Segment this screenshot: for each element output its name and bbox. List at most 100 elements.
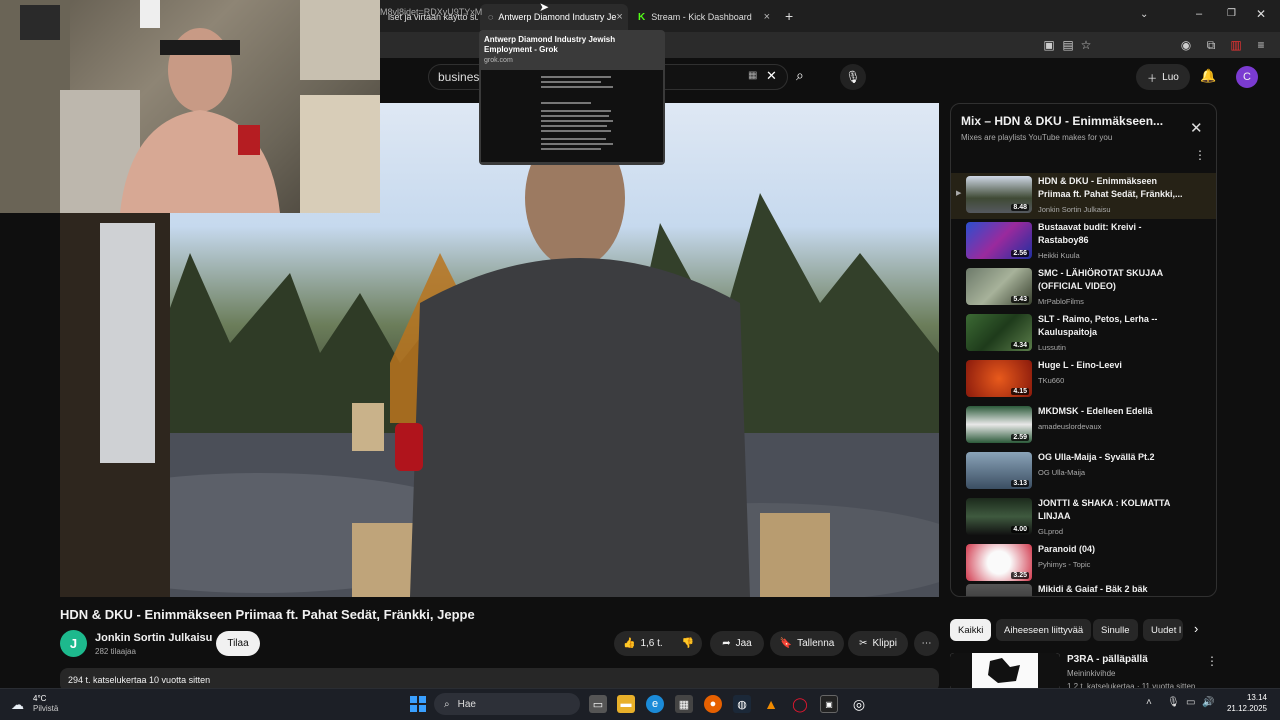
account-avatar[interactable]: C [1236, 66, 1258, 88]
video-title: HDN & DKU - Enimmäkseen Priimaa ft. Paha… [60, 607, 475, 622]
playlist-item[interactable]: 2.59 MKDMSK - Edelleen Edellä amadeuslor… [951, 403, 1216, 449]
playlist-item[interactable]: ▶ 8.48 HDN & DKU - Enimmäkseen Priimaa f… [951, 173, 1216, 219]
recommendation-title[interactable]: P3RA - pälläpällä [1067, 654, 1148, 665]
network-icon[interactable]: ▭ [1186, 697, 1195, 708]
person-jacket [410, 258, 750, 597]
edge-browser-icon[interactable]: e [646, 695, 664, 713]
file-explorer-icon[interactable]: ▬ [617, 695, 635, 713]
chip-all[interactable]: Kaikki [950, 619, 992, 641]
playlist-item-channel: Jonkin Sortin Julkaisu [1038, 205, 1111, 214]
playlist-item[interactable]: 4.15 Huge L - Eino-Leevi TKu660 [951, 357, 1216, 403]
playlist-item[interactable]: 5.43 SMC - LÄHIÖROTAT SKUJAA (OFFICIAL V… [951, 265, 1216, 311]
keyboard-icon[interactable]: ▦ [748, 70, 757, 81]
browser-tab-kick[interactable]: K Stream - Kick Dashboard × [630, 4, 778, 30]
recommendation-thumbnail[interactable] [950, 653, 1060, 690]
playlist-item[interactable]: 4.00 JONTTI & SHAKA : KOLMATTA LINJAA GL… [951, 495, 1216, 541]
steam-icon[interactable]: ◍ [733, 695, 751, 713]
tab-label: Antwerp Diamond Industry Je [498, 12, 617, 22]
webcam-frame [0, 0, 380, 213]
like-dislike-group: 👍 1,6 t. 👎 [614, 631, 702, 656]
playlist-item[interactable]: 3.13 OG Ulla-Maija - Syvällä Pt.2 OG Ull… [951, 449, 1216, 495]
wood-stump [352, 403, 384, 451]
more-horizontal-icon: ⋯ [921, 638, 932, 649]
clock-time[interactable]: 13.14 [1217, 693, 1267, 702]
taskbar-search-icon: ⌕ [444, 698, 450, 710]
terminal-icon[interactable]: ▣ [820, 695, 838, 713]
browser-menu-icon[interactable]: ≡ [1253, 37, 1269, 53]
clear-search-icon[interactable]: ✕ [766, 68, 777, 84]
playlist-item[interactable]: 4.34 SLT - Raimo, Petos, Lerha -- Kaulus… [951, 311, 1216, 357]
playlist-item-channel: GLprod [1038, 527, 1064, 536]
create-button[interactable]: ＋ Luo [1136, 64, 1190, 90]
cloud-weather-icon[interactable]: ☁ [11, 697, 24, 713]
close-window-icon[interactable]: ✕ [1256, 7, 1266, 21]
playlist-item-title: OG Ulla-Maija - Syvällä Pt.2 [1038, 452, 1155, 462]
opera-icon[interactable]: ◯ [791, 695, 809, 713]
obs-icon[interactable]: ◎ [850, 695, 868, 713]
playlist-item-title: HDN & DKU - Enimmäkseen Priimaa ft. Paha… [1038, 176, 1183, 199]
extension-badge-icon[interactable]: ▥ [1228, 37, 1244, 53]
clock-date[interactable]: 21.12.2025 [1217, 704, 1267, 713]
playlist-item-title: JONTTI & SHAKA : KOLMATTA LINJAA [1038, 498, 1170, 521]
webcam-overlay [0, 0, 380, 213]
new-tab-button[interactable]: + [785, 8, 793, 24]
url-text[interactable]: M8vl8idet=RDXyU9TYxM [380, 7, 482, 17]
weather-temperature[interactable]: 4°C [33, 694, 46, 703]
playlist-item-title: Paranoid (04) [1038, 544, 1096, 554]
playlist-item[interactable]: 2.56 Bustaavat budit: Kreivi - Rastaboy8… [951, 219, 1216, 265]
scissors-icon: ✂ [859, 638, 868, 649]
profile-icon[interactable]: ◉ [1178, 37, 1194, 53]
chip-new[interactable]: Uudet l [1143, 619, 1183, 641]
chip-for-you[interactable]: Sinulle [1093, 619, 1138, 641]
close-mix-icon[interactable]: ✕ [1190, 119, 1203, 137]
minimize-window-icon[interactable]: – [1196, 8, 1202, 20]
maximize-window-icon[interactable]: ❐ [1227, 8, 1236, 19]
bookmark-star-icon[interactable]: ☆ [1078, 37, 1094, 53]
taskbar-search[interactable]: ⌕ Hae [434, 693, 580, 715]
task-view-icon[interactable]: ▭ [589, 695, 607, 713]
start-windows-icon[interactable] [409, 695, 427, 713]
share-button[interactable]: ➦ Jaa [710, 631, 764, 656]
duration-badge: 2.59 [1011, 434, 1029, 441]
chips-next-chevron-icon[interactable]: › [1194, 621, 1198, 636]
close-tab-icon[interactable]: × [616, 11, 622, 23]
extensions-icon[interactable]: ⧉ [1203, 37, 1219, 53]
close-tab-icon[interactable]: × [764, 11, 770, 23]
store-icon[interactable]: ▦ [675, 695, 693, 713]
volume-icon[interactable]: 🔊 [1202, 697, 1214, 708]
playlist-item-title: Bustaavat budit: Kreivi - Rastaboy86 [1038, 222, 1142, 245]
channel-name[interactable]: Jonkin Sortin Julkaisu [95, 632, 212, 644]
weather-description[interactable]: Pilvistä [33, 704, 58, 713]
cast-icon[interactable]: ▤ [1060, 37, 1076, 53]
playlist-item-channel: OG Ulla-Maija [1038, 468, 1086, 477]
tray-chevron-up-icon[interactable]: ˄ [1146, 697, 1152, 708]
firefox-icon[interactable]: ● [704, 695, 722, 713]
mix-more-options-icon[interactable]: ⋮ [1194, 148, 1206, 162]
chip-related[interactable]: Aiheeseen liittyvää [996, 619, 1092, 641]
subscribe-button[interactable]: Tilaa [216, 631, 260, 656]
vlc-icon[interactable]: ▲ [762, 695, 780, 713]
screenshot-icon[interactable]: ▣ [1041, 37, 1057, 53]
browser-tab-grok[interactable]: ◌ Antwerp Diamond Industry Je × [480, 4, 628, 30]
wood-stump [760, 513, 830, 597]
thumbs-up-icon[interactable]: 👍 [623, 638, 635, 649]
search-icon[interactable]: ⌕ [796, 67, 804, 84]
voice-search-icon[interactable]: 🎙 [840, 64, 866, 90]
rec-more-options-icon[interactable]: ⋮ [1206, 654, 1218, 668]
clip-button[interactable]: ✂ Klippi [848, 631, 908, 656]
channel-avatar[interactable]: J [60, 630, 87, 657]
tab-list-chevron-icon[interactable]: ⌄ [1140, 9, 1148, 20]
save-button[interactable]: 🔖 Tallenna [770, 631, 844, 656]
thumbs-down-icon[interactable]: 👎 [682, 638, 694, 649]
recommendation-channel: Meininkivihde [1067, 669, 1116, 678]
duration-badge: 2.56 [1011, 250, 1029, 257]
soda-can [395, 423, 423, 471]
more-actions-button[interactable]: ⋯ [914, 631, 939, 656]
like-count[interactable]: 1,6 t. [640, 638, 662, 649]
notifications-bell-icon[interactable]: 🔔 [1200, 68, 1216, 84]
playlist-item[interactable]: Mikidi & Gaiaf - Bäk 2 bäk [951, 581, 1216, 596]
microphone-tray-icon[interactable]: 🎙 [1167, 697, 1180, 708]
playlist-thumbnail: 2.56 [966, 222, 1032, 259]
bookmark-icon: 🔖 [779, 638, 793, 649]
wood-stump [352, 523, 414, 597]
